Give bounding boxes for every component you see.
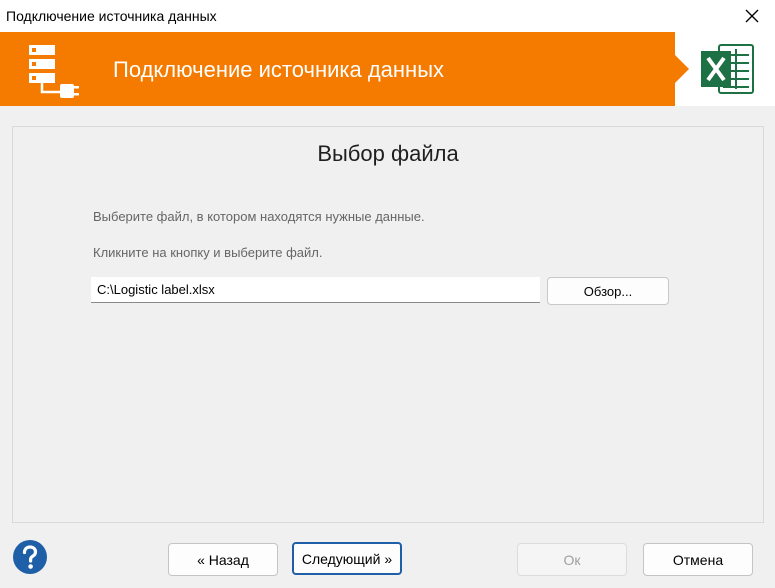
banner-arrow (675, 55, 689, 83)
ok-button[interactable]: Ок (517, 543, 627, 576)
help-icon[interactable] (12, 539, 48, 575)
excel-icon (701, 44, 754, 94)
banner-title: Подключение источника данных (113, 57, 445, 82)
content-panel: Выбор файла Выберите файл, в котором нах… (12, 126, 764, 523)
next-button[interactable]: Следующий » (292, 542, 402, 575)
title-bar: Подключение источника данных (0, 0, 775, 32)
window-close-button[interactable] (729, 0, 775, 32)
cancel-button[interactable]: Отмена (643, 543, 753, 576)
file-path-input[interactable] (91, 277, 540, 303)
browse-button[interactable]: Обзор... (547, 277, 669, 305)
close-icon (745, 9, 759, 23)
description-line-1: Выберите файл, в котором находятся нужны… (93, 209, 425, 224)
page-heading: Выбор файла (317, 141, 459, 166)
data-source-plug-icon (29, 45, 79, 98)
description-line-2: Кликните на кнопку и выберите файл. (93, 245, 323, 260)
window-title: Подключение источника данных (6, 8, 217, 24)
back-button[interactable]: « Назад (168, 543, 278, 576)
wizard-banner: Подключение источника данных (0, 32, 775, 106)
